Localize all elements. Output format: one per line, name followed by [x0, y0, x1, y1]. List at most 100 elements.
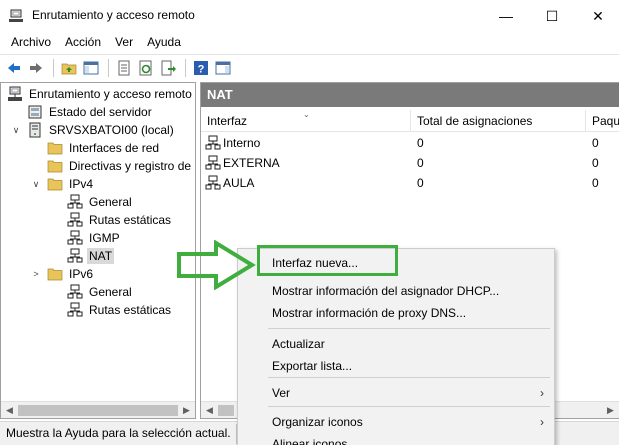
maximize-button[interactable]: ☐: [529, 0, 575, 32]
tree-item[interactable]: IGMP: [67, 229, 122, 247]
menu-bar: Archivo Acción Ver Ayuda: [0, 32, 619, 52]
menu-separator: [268, 406, 550, 407]
tree-item[interactable]: Enrutamiento y acceso remoto: [7, 85, 194, 103]
toolbar-separator: [108, 58, 109, 77]
tree-item[interactable]: Directivas y registro de a: [47, 157, 196, 175]
menu-ayuda[interactable]: Ayuda: [140, 32, 188, 52]
menu-item-label: Organizar iconos: [272, 415, 363, 429]
menu-separator: [268, 377, 550, 378]
column-header-total[interactable]: Total de asignaciones: [411, 110, 586, 132]
interface-cell: Interno: [205, 133, 260, 153]
column-headers: Interfaz ⌄ Total de asignaciones Paqu: [201, 110, 619, 132]
scroll-left-icon[interactable]: ◀: [3, 404, 16, 417]
close-button[interactable]: ✕: [575, 0, 619, 32]
tree-item-label: NAT: [87, 248, 115, 264]
menu-item-label: Alinear iconos: [272, 437, 348, 445]
tree-item-label: Rutas estáticas: [89, 213, 172, 227]
scroll-right-icon[interactable]: ▶: [180, 404, 193, 417]
tree-item-label: IPv4: [69, 177, 94, 191]
folder-icon: [47, 176, 63, 192]
packets-cell: 0: [592, 156, 599, 170]
interface-icon: [205, 155, 221, 171]
menu-item-label: Mostrar información del asignador DHCP..…: [272, 284, 500, 298]
menu-accion[interactable]: Acción: [58, 32, 108, 52]
menu-separator: [268, 328, 550, 329]
folder-icon: [47, 140, 63, 156]
network-icon: [67, 212, 83, 228]
refresh-icon[interactable]: [136, 58, 156, 78]
interface-name: EXTERNA: [223, 156, 280, 170]
tree-item-label: Interfaces de red: [69, 141, 160, 155]
table-row[interactable]: EXTERNA 0 0: [201, 153, 619, 173]
tree-item[interactable]: General: [67, 193, 134, 211]
column-header-interfaz[interactable]: Interfaz ⌄: [201, 110, 411, 132]
menu-ver[interactable]: Ver: [108, 32, 140, 52]
network-icon: [67, 302, 83, 318]
up-folder-icon[interactable]: [59, 58, 79, 78]
tree-item[interactable]: Estado del servidor: [27, 103, 154, 121]
show-hide-tree-icon[interactable]: [81, 58, 101, 78]
table-row[interactable]: AULA 0 0: [201, 173, 619, 193]
tree-item[interactable]: SRVSXBATOI00 (local): [27, 121, 176, 139]
tree-item-label: Rutas estáticas: [89, 303, 172, 317]
status-text: Muestra la Ayuda para la selección actua…: [6, 426, 231, 440]
tree-item[interactable]: NAT: [67, 247, 115, 265]
tree-expander-icon[interactable]: >: [31, 269, 41, 279]
server-icon: [27, 122, 43, 138]
show-hide-action-pane-icon[interactable]: [213, 58, 233, 78]
forward-icon[interactable]: [26, 58, 46, 78]
context-menu-item[interactable]: Alinear iconos: [238, 433, 554, 445]
scroll-right-icon[interactable]: ▶: [604, 404, 617, 417]
column-label: Interfaz: [207, 114, 248, 128]
export-list-icon[interactable]: [158, 58, 178, 78]
tree-item[interactable]: General: [67, 283, 134, 301]
tree-item[interactable]: Rutas estáticas: [67, 301, 173, 319]
tree-item[interactable]: Rutas estáticas: [67, 211, 173, 229]
window-title: Enrutamiento y acceso remoto: [32, 8, 195, 22]
back-icon[interactable]: [4, 58, 24, 78]
menu-item-label: Actualizar: [272, 337, 325, 351]
submenu-arrow-icon: ›: [540, 415, 544, 429]
interface-cell: EXTERNA: [205, 153, 280, 173]
menu-archivo[interactable]: Archivo: [0, 32, 58, 52]
tree-horizontal-scrollbar[interactable]: ◀ ▶: [1, 401, 195, 418]
minimize-button[interactable]: —: [483, 0, 529, 32]
folder-icon: [47, 266, 63, 282]
toolbar: ?: [0, 54, 619, 80]
context-menu-item[interactable]: Ver ›: [238, 382, 554, 404]
column-header-paquetes[interactable]: Paqu: [586, 110, 619, 132]
tree-item[interactable]: IPv6: [47, 265, 95, 283]
tree-item-label: General: [89, 195, 132, 209]
menu-item-label: Mostrar información de proxy DNS...: [272, 306, 467, 320]
server-status-icon: [27, 104, 43, 120]
help-icon[interactable]: ?: [191, 58, 211, 78]
tree-item-label: IPv6: [69, 267, 94, 281]
tree-item-label: Estado del servidor: [49, 105, 152, 119]
network-icon: [67, 230, 83, 246]
scroll-thumb[interactable]: [218, 405, 234, 416]
tree-item[interactable]: IPv4: [47, 175, 95, 193]
annotation-arrow-icon: [177, 240, 256, 290]
tree-item[interactable]: Interfaces de red: [47, 139, 161, 157]
scroll-left-icon[interactable]: ◀: [203, 404, 216, 417]
context-menu-item[interactable]: Organizar iconos ›: [238, 411, 554, 433]
tree-expander-icon[interactable]: ∨: [11, 125, 21, 135]
context-menu-item[interactable]: Actualizar: [238, 333, 554, 355]
context-menu-item[interactable]: Mostrar información de proxy DNS...: [238, 302, 554, 324]
table-row[interactable]: Interno 0 0: [201, 133, 619, 153]
interface-icon: [205, 135, 221, 151]
tree-item-label: Directivas y registro de a: [69, 159, 196, 173]
interface-icon: [205, 175, 221, 191]
toolbar-separator: [53, 58, 54, 77]
properties-icon[interactable]: [114, 58, 134, 78]
tree-item-label: General: [89, 285, 132, 299]
scroll-thumb[interactable]: [18, 405, 178, 416]
interface-name: Interno: [223, 136, 261, 150]
menu-item-label: Exportar lista...: [272, 359, 353, 373]
network-icon: [67, 194, 83, 210]
network-icon: [67, 284, 83, 300]
context-menu-item[interactable]: Exportar lista...: [238, 355, 554, 377]
context-menu-item[interactable]: Mostrar información del asignador DHCP..…: [238, 280, 554, 302]
tree-expander-icon[interactable]: ∨: [31, 179, 41, 189]
context-menu: Interfaz nueva... Mostrar información del…: [237, 248, 555, 445]
